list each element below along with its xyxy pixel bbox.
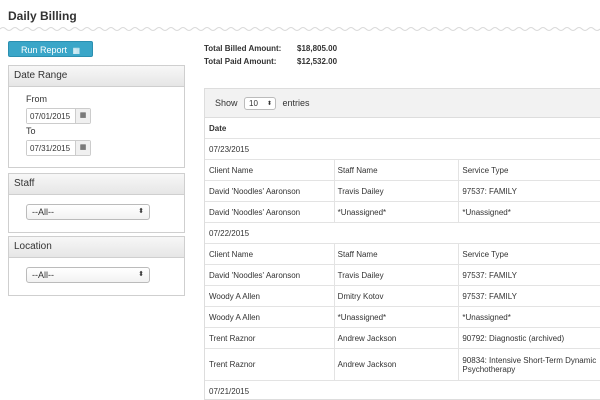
table-row[interactable]: David 'Noodles' Aaronson Travis Dailey 975…	[205, 181, 600, 202]
to-label: To	[26, 126, 36, 136]
calendar-icon: ▦	[72, 46, 81, 55]
staff-select[interactable]: --All-- ⬍	[26, 204, 150, 220]
table-cell: Woody A Allen	[209, 291, 260, 301]
from-date-group: ▦	[26, 108, 91, 124]
staff-select-value: --All--	[32, 207, 54, 217]
column-header-row: Client Name Staff Name Service Type	[205, 244, 600, 265]
billing-summary: Total Billed Amount: $18,805.00 Total Pa…	[204, 42, 337, 68]
run-report-button[interactable]: Run Report ▦	[8, 41, 93, 57]
to-date-group: ▦	[26, 140, 91, 156]
calendar-icon[interactable]: ▦	[75, 109, 90, 123]
table-row[interactable]: Woody A Allen Dmitry Kotov 97537: FAMILY	[205, 286, 600, 307]
from-date-input[interactable]	[27, 109, 75, 123]
table-cell: *Unassigned*	[458, 307, 600, 327]
total-billed-value: $18,805.00	[297, 44, 338, 53]
table-cell: 97537: FAMILY	[458, 181, 600, 201]
staff-title: Staff	[9, 174, 184, 195]
total-paid-label: Total Paid Amount:	[204, 57, 277, 66]
column-header: Staff Name	[333, 160, 459, 180]
run-report-label: Run Report	[20, 45, 67, 55]
table-cell: 97537: FAMILY	[458, 286, 600, 306]
date-header-label: Date	[209, 123, 227, 133]
table-row[interactable]: Woody A Allen *Unassigned* *Unassigned*	[205, 307, 600, 328]
calendar-icon[interactable]: ▦	[75, 141, 90, 155]
table-row[interactable]: Trent Raznor Andrew Jackson 90792: Diagnos…	[205, 328, 600, 349]
table-row[interactable]: David 'Noodles' Aaronson Travis Dailey 975…	[205, 265, 600, 286]
table-cell: Andrew Jackson	[333, 349, 459, 380]
column-header: Service Type	[458, 244, 600, 264]
date-range-panel: Date Range From ▦ To ▦	[8, 65, 185, 168]
column-header: Client Name	[209, 249, 254, 259]
billing-table-container: Show 10 ⬍ entries Date 07/23/2015 Client …	[204, 88, 600, 400]
table-cell: David 'Noodles' Aaronson	[209, 186, 301, 196]
location-select-value: --All--	[32, 270, 54, 280]
date-group-row: 07/21/2015	[205, 381, 600, 399]
group-date: 07/22/2015	[209, 228, 250, 238]
column-header: Service Type	[458, 160, 600, 180]
table-cell: *Unassigned*	[333, 202, 459, 222]
location-panel: Location --All-- ⬍	[8, 236, 185, 296]
table-cell: *Unassigned*	[333, 307, 459, 327]
table-cell: David 'Noodles' Aaronson	[209, 270, 301, 280]
table-cell: Andrew Jackson	[333, 328, 459, 348]
select-arrows-icon: ⬍	[138, 208, 144, 215]
table-cell: 97537: FAMILY	[458, 265, 600, 285]
table-cell: David 'Noodles' Aaronson	[209, 207, 301, 217]
group-date: 07/23/2015	[209, 144, 250, 154]
date-group-row: 07/23/2015	[205, 139, 600, 160]
table-cell: Travis Dailey	[333, 181, 459, 201]
title-divider	[0, 27, 600, 31]
table-cell: *Unassigned*	[458, 202, 600, 222]
table-cell: Dmitry Kotov	[333, 286, 459, 306]
table-cell: 90834: Intensive Short-Term Dynamic Psyc…	[458, 349, 600, 380]
group-date: 07/21/2015	[209, 386, 250, 396]
column-header: Staff Name	[333, 244, 459, 264]
billing-table: Date 07/23/2015 Client Name Staff Name Serv…	[205, 118, 600, 399]
select-arrows-icon: ⬍	[267, 101, 273, 108]
page-size-value: 10	[249, 99, 258, 109]
date-group-row: 07/22/2015	[205, 223, 600, 244]
table-toolbar: Show 10 ⬍ entries	[205, 89, 600, 118]
show-label: Show	[215, 98, 238, 108]
total-billed-label: Total Billed Amount:	[204, 44, 282, 53]
to-date-input[interactable]	[27, 141, 75, 155]
table-cell: Woody A Allen	[209, 312, 260, 322]
table-cell: Trent Raznor	[209, 333, 256, 343]
date-range-title: Date Range	[9, 66, 184, 87]
entries-label: entries	[282, 98, 310, 108]
column-header-row: Client Name Staff Name Service Type	[205, 160, 600, 181]
table-row[interactable]: David 'Noodles' Aaronson *Unassigned* *Una…	[205, 202, 600, 223]
page-size-select[interactable]: 10 ⬍	[244, 97, 277, 111]
from-label: From	[26, 94, 47, 104]
total-paid-value: $12,532.00	[297, 57, 338, 66]
column-header: Client Name	[209, 165, 254, 175]
date-column-header: Date	[205, 118, 600, 139]
page-title: Daily Billing	[8, 9, 77, 23]
select-arrows-icon: ⬍	[138, 271, 144, 278]
location-title: Location	[9, 237, 184, 258]
table-cell: Travis Dailey	[333, 265, 459, 285]
table-cell: Trent Raznor	[209, 360, 256, 369]
location-select[interactable]: --All-- ⬍	[26, 267, 150, 283]
table-cell: 90792: Diagnostic (archived)	[458, 328, 600, 348]
staff-panel: Staff --All-- ⬍	[8, 173, 185, 233]
table-row[interactable]: Trent Raznor Andrew Jackson 90834: Intensi…	[205, 349, 600, 381]
